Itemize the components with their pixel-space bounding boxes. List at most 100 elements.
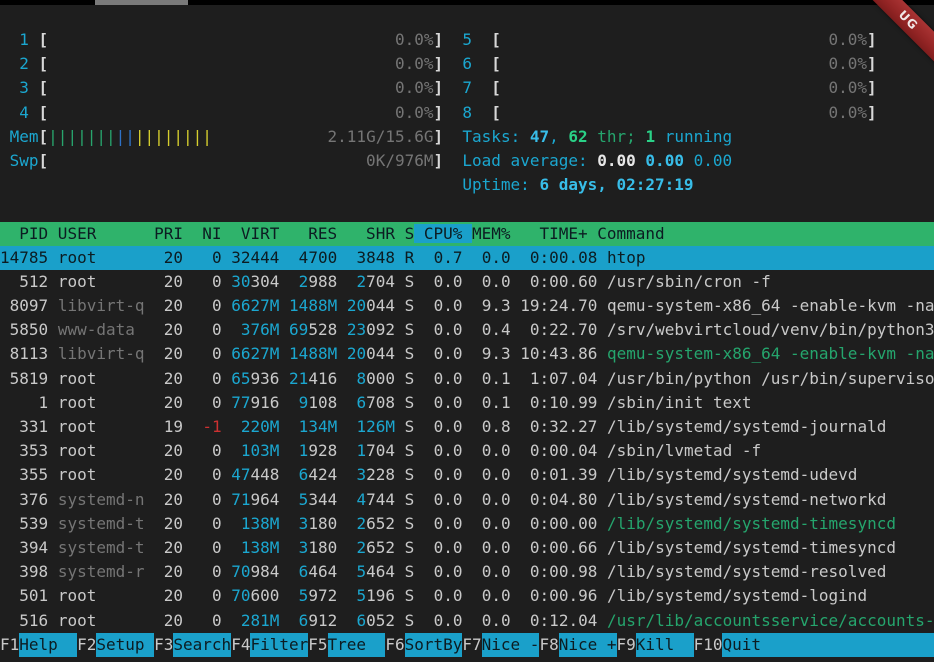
fn-key-search[interactable]: F3Search [154, 633, 231, 657]
command-cell: /lib/systemd/systemd-udevd [607, 465, 857, 484]
column-header-s[interactable]: S [395, 224, 414, 243]
process-row[interactable]: 539 systemd-t 20 0 138M 3180 2652 S 0.0 … [0, 512, 934, 536]
fn-key-nice-[interactable]: F7Nice - [462, 633, 539, 657]
fn-key-number: F5 [308, 633, 327, 657]
mem-value-head: 71 [231, 490, 250, 509]
cpu-meter-row: 1 [ 0.0%] 5 [ 0.0%] [0, 28, 934, 52]
cpu-meter-value: 0.0% [48, 30, 433, 49]
tasks-threads-count: 62 [568, 127, 587, 146]
cpu-meter-4-label: 4 [0, 103, 39, 122]
column-header-res[interactable]: RES [279, 224, 337, 243]
mem-value-head: 65 [231, 369, 250, 388]
fn-key-nice-[interactable]: F8Nice + [539, 633, 616, 657]
tasks-label: Tasks: [462, 127, 529, 146]
mem-value-tail: 704 [366, 441, 395, 460]
pri-cell: 20 [145, 514, 193, 533]
column-header-shr[interactable]: SHR [337, 224, 395, 243]
process-row[interactable]: 331 root 19 -1 220M 134M 126M S 0.0 0.8 … [0, 415, 934, 439]
user-cell: libvirt-q [58, 296, 145, 315]
fn-key-number: F2 [77, 633, 96, 657]
mem-value-head: 5 [347, 562, 366, 581]
process-row[interactable]: 5850 www-data 20 0 376M 69528 23092 S 0.… [0, 318, 934, 342]
command-cell: /sbin/init text [607, 393, 752, 412]
mem-value-tail: 464 [366, 562, 395, 581]
column-header-user[interactable]: USER [48, 224, 144, 243]
cpu-meter-5-label: 5 [462, 30, 491, 49]
user-cell: www-data [58, 320, 145, 339]
column-header-virt[interactable]: VIRT [222, 224, 280, 243]
cpu-meter-row: 4 [ 0.0%] 8 [ 0.0%] [0, 101, 934, 125]
fn-key-number: F7 [462, 633, 481, 657]
pid-cell: 355 [0, 465, 48, 484]
process-row[interactable]: 501 root 20 0 70600 5972 5196 S 0.0 0.0 … [0, 584, 934, 608]
pid-cell: 539 [0, 514, 48, 533]
mem-value-head: 2 [289, 272, 308, 291]
mem-value-tail: 912 [308, 611, 337, 630]
mem-value-tail: 964 [251, 490, 280, 509]
column-header-pid[interactable]: PID [0, 224, 48, 243]
process-row[interactable]: 353 root 20 0 103M 1928 1704 S 0.0 0.0 0… [0, 439, 934, 463]
mem-value-tail: 196 [366, 586, 395, 605]
time-cell: 0:32.27 [520, 417, 607, 436]
meter-value: 0K/976M [48, 151, 433, 170]
column-header-cpu[interactable]: CPU% [414, 224, 472, 243]
column-header-ni[interactable]: NI [183, 224, 222, 243]
window-tab-fragment[interactable] [95, 0, 188, 5]
pid-cell: 501 [0, 586, 48, 605]
command-cell: /lib/systemd/systemd-networkd [607, 490, 886, 509]
column-header-pri[interactable]: PRI [145, 224, 184, 243]
mem-value-tail: 848 [366, 248, 395, 267]
mem-value-tail: 600 [251, 586, 280, 605]
cpu-pct-cell: 0.0 [424, 538, 472, 557]
mem-value-tail: 180 [308, 538, 337, 557]
fn-key-kill[interactable]: F9Kill [617, 633, 694, 657]
meter-cache-pipes: |||||||| [135, 127, 212, 146]
swp-meter-and-load-row: Swp[ 0K/976M] Load average: 0.00 0.00 0.… [0, 149, 934, 173]
mem-value-head: 6 [289, 611, 308, 630]
table-header-row: PID USER PRI NI VIRT RES SHR S CPU% MEM%… [0, 222, 934, 246]
column-header-mem[interactable]: MEM% [472, 224, 511, 243]
fn-key-quit[interactable]: F10Quit [694, 633, 781, 657]
user-cell: systemd-n [58, 490, 145, 509]
process-row[interactable]: 8113 libvirt-q 20 0 6627M 1488M 20044 S … [0, 342, 934, 366]
process-row[interactable]: 394 systemd-t 20 0 138M 3180 2652 S 0.0 … [0, 536, 934, 560]
cpu-pct-cell: 0.0 [424, 586, 472, 605]
tasks-thr-label: thr; [588, 127, 646, 146]
mem-value-head: 9 [289, 393, 308, 412]
mem-value-tail: 304 [251, 272, 280, 291]
process-row[interactable]: 1 root 20 0 77916 9108 6708 S 0.0 0.1 0:… [0, 391, 934, 415]
state-cell: R [395, 248, 424, 267]
uptime-row: Uptime: 6 days, 02:27:19 [0, 173, 934, 197]
mem-value-head: 70 [231, 586, 250, 605]
tasks-running-label: running [655, 127, 732, 146]
mem-value-head: 6 [289, 465, 308, 484]
cpu-pct-cell: 0.0 [424, 441, 472, 460]
column-header-time[interactable]: TIME+ [511, 224, 598, 243]
fn-key-label: Tree [328, 633, 386, 657]
process-row[interactable]: 8097 libvirt-q 20 0 6627M 1488M 20044 S … [0, 294, 934, 318]
process-row[interactable]: 398 systemd-r 20 0 70984 6464 5464 S 0.0… [0, 560, 934, 584]
load-5min: 0.00 [645, 151, 684, 170]
mem-value-head: 2 [347, 272, 366, 291]
process-row[interactable]: 516 root 20 0 281M 6912 6052 S 0.0 0.0 0… [0, 609, 934, 633]
mem-pct-cell: 0.0 [472, 562, 520, 581]
mem-value-tail: 652 [366, 514, 395, 533]
process-row[interactable]: 14785 root 20 0 32444 4700 3848 R 0.7 0.… [0, 246, 934, 270]
process-row[interactable]: 5819 root 20 0 65936 21416 8000 S 0.0 0.… [0, 367, 934, 391]
state-cell: S [395, 272, 424, 291]
fn-key-setup[interactable]: F2Setup [77, 633, 154, 657]
time-cell: 0:10.99 [520, 393, 607, 412]
pid-cell: 516 [0, 611, 48, 630]
process-row[interactable]: 512 root 20 0 30304 2988 2704 S 0.0 0.0 … [0, 270, 934, 294]
time-cell: 0:04.80 [520, 490, 607, 509]
column-header-command[interactable]: Command [597, 224, 664, 243]
process-row[interactable]: 355 root 20 0 47448 6424 3228 S 0.0 0.0 … [0, 463, 934, 487]
fn-key-help[interactable]: F1Help [0, 633, 77, 657]
fn-key-tree[interactable]: F5Tree [308, 633, 385, 657]
mem-value-head: 20 [347, 296, 366, 315]
time-cell: 10:43.86 [520, 344, 607, 363]
cpu-pct-cell: 0.0 [424, 490, 472, 509]
process-row[interactable]: 376 systemd-n 20 0 71964 5344 4744 S 0.0… [0, 488, 934, 512]
fn-key-sortby[interactable]: F6SortBy [385, 633, 462, 657]
fn-key-filter[interactable]: F4Filter [231, 633, 308, 657]
